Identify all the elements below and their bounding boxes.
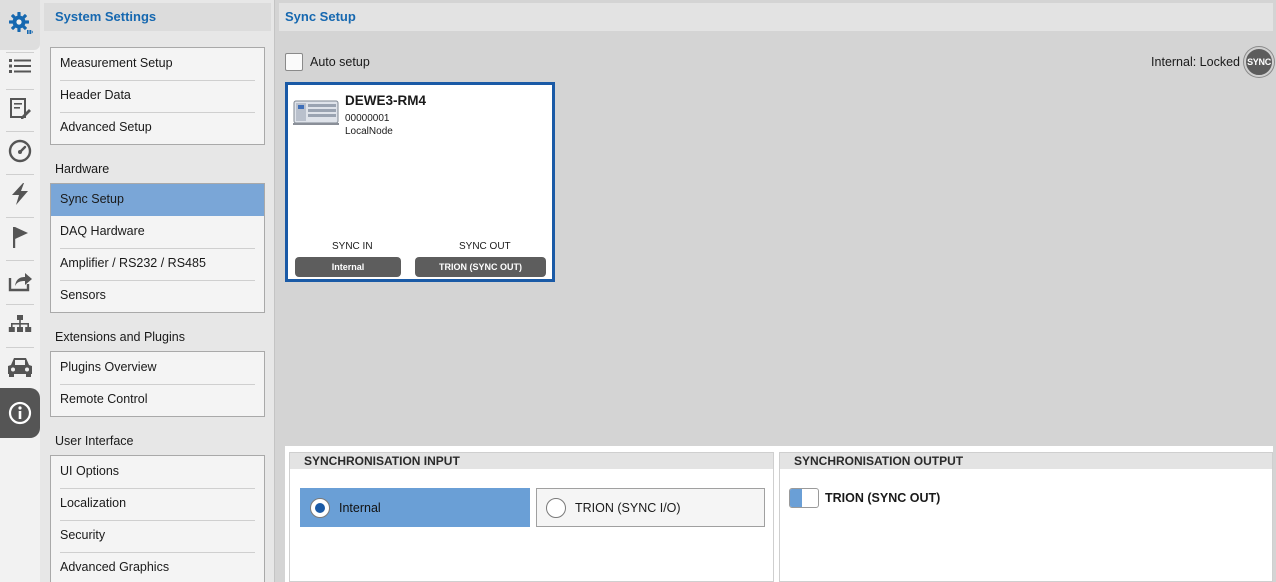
radio-trion-label: TRION (SYNC I/O) [575,500,681,515]
sync-config-panels: SYNCHRONISATION INPUT Internal TRION (SY… [285,446,1273,582]
device-name: DEWE3-RM4 [345,93,427,108]
nav-item-advanced-setup[interactable]: Advanced Setup [51,112,264,144]
auto-setup-checkbox[interactable]: Auto setup [285,53,370,71]
sync-input-panel: SYNCHRONISATION INPUT Internal TRION (SY… [289,452,774,582]
list-icon[interactable] [0,46,40,86]
sync-in-label: SYNC IN [332,241,373,252]
gauge-icon[interactable] [0,131,40,171]
sync-out-value[interactable]: TRION (SYNC OUT) [415,257,546,277]
network-icon[interactable] [0,304,40,344]
lightning-icon[interactable] [0,174,40,214]
device-card[interactable]: DEWE3-RM4 00000001 LocalNode SYNC IN SYN… [285,82,555,282]
nav-item-header-data[interactable]: Header Data [51,80,264,112]
radio-internal-label: Internal [339,500,381,515]
sync-status-text: Internal: Locked [1151,55,1240,69]
nav-item-amplifier[interactable]: Amplifier / RS232 / RS485 [51,248,264,280]
nav-title: System Settings [44,3,271,31]
share-icon[interactable] [0,261,40,301]
nav-item-plugins-overview[interactable]: Plugins Overview [51,352,264,384]
gear-icon[interactable] [0,3,40,43]
sync-output-panel: SYNCHRONISATION OUTPUT TRION (SYNC OUT) [779,452,1273,582]
settings-nav: System Settings Measurement Setup Header… [40,0,275,582]
radio-internal[interactable]: Internal [300,488,530,527]
nav-item-localization[interactable]: Localization [51,488,264,520]
rail-footer [0,438,40,582]
checkbox-box[interactable] [285,53,303,71]
edit-document-icon[interactable] [0,89,40,129]
flag-icon[interactable] [0,217,40,257]
nav-item-security[interactable]: Security [51,520,264,552]
nav-item-ui-options[interactable]: UI Options [51,456,264,488]
nav-item-measurement-setup[interactable]: Measurement Setup [51,48,264,80]
nav-group-general: Measurement Setup Header Data Advanced S… [50,47,265,145]
nav-group-hardware: Sync Setup DAQ Hardware Amplifier / RS23… [50,183,265,313]
nav-group-extensions: Plugins Overview Remote Control [50,351,265,417]
sync-badge-icon: SYNC [1244,47,1274,77]
device-node: LocalNode [345,126,393,137]
nav-section-ui: User Interface [55,434,134,448]
radio-dot-selected [310,497,330,518]
sync-in-value[interactable]: Internal [295,257,401,277]
device-serial: 00000001 [345,113,390,124]
nav-item-sensors[interactable]: Sensors [51,280,264,312]
sync-out-toggle-label: TRION (SYNC OUT) [825,491,941,505]
nav-item-sync-setup[interactable]: Sync Setup [51,184,264,216]
icon-rail [0,0,40,582]
nav-item-daq-hardware[interactable]: DAQ Hardware [51,216,264,248]
info-icon[interactable] [0,393,40,433]
device-rack-icon [293,98,339,126]
auto-setup-label: Auto setup [310,55,370,69]
content-area: Sync Setup Auto setup Internal: Locked S… [276,0,1276,582]
sync-output-title: SYNCHRONISATION OUTPUT [780,453,1272,469]
nav-item-remote-control[interactable]: Remote Control [51,384,264,416]
nav-group-ui: UI Options Localization Security Advance… [50,455,265,582]
toggle-switch[interactable] [789,488,819,508]
sync-input-title: SYNCHRONISATION INPUT [290,453,773,469]
sync-out-toggle[interactable]: TRION (SYNC OUT) [789,488,940,508]
nav-section-extensions: Extensions and Plugins [55,330,185,344]
sync-status: Internal: Locked SYNC [1151,47,1274,77]
radio-trion-sync-io[interactable]: TRION (SYNC I/O) [536,488,765,527]
nav-section-hardware: Hardware [55,162,110,176]
car-icon[interactable] [0,347,40,387]
sync-out-label: SYNC OUT [459,241,511,252]
radio-dot-unselected [546,497,566,518]
nav-item-advanced-graphics[interactable]: Advanced Graphics [51,552,264,582]
page-title: Sync Setup [279,3,1273,31]
